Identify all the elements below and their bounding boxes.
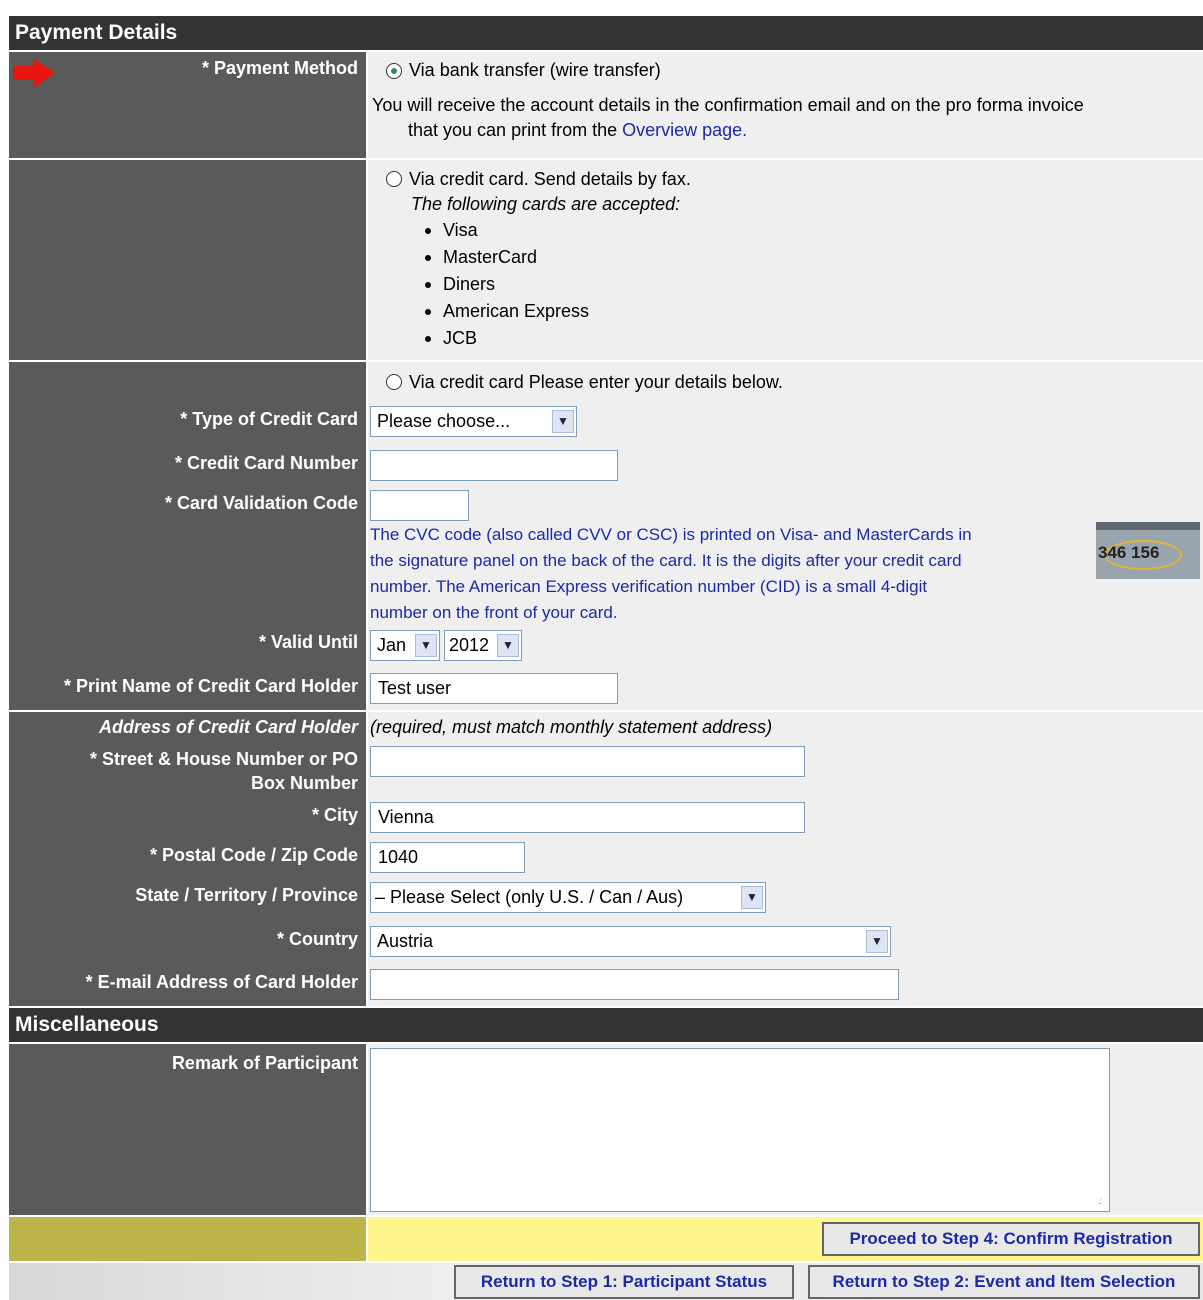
state-label: State / Territory / Province (135, 885, 358, 905)
card-number-label: * Credit Card Number (174, 453, 358, 473)
payment-method-row: * Payment Method Via bank transfer (wire… (9, 52, 1203, 158)
postal-code-label: * Postal Code / Zip Code (149, 845, 358, 865)
resize-handle-icon[interactable]: .: (1097, 1196, 1101, 1207)
card-type-select[interactable]: Please choose... ▼ (370, 406, 577, 437)
payment-method-label: * Payment Method (201, 58, 358, 78)
cvc-example-image: 346 156 (1096, 522, 1200, 579)
address-note: (required, must match monthly statement … (370, 717, 773, 737)
card-holder-name-input[interactable]: Test user (370, 673, 618, 704)
bank-note-line2: that you can print from the (408, 120, 618, 140)
return-step2-button[interactable]: Return to Step 2: Event and Item Selecti… (808, 1265, 1200, 1299)
city-input[interactable]: Vienna (370, 802, 805, 833)
list-item: Diners (403, 271, 589, 298)
credit-card-fax-radio[interactable] (386, 171, 402, 187)
cvc-input[interactable] (370, 490, 469, 521)
postal-code-input[interactable]: 1040 (370, 842, 525, 873)
credit-card-online-radio[interactable] (386, 374, 402, 390)
chevron-down-icon: ▼ (866, 930, 888, 953)
return-step1-button[interactable]: Return to Step 1: Participant Status (454, 1265, 794, 1299)
city-label: * City (311, 805, 358, 825)
red-arrow-icon (13, 58, 55, 88)
credit-card-online-block: * Type of Credit Card * Credit Card Numb… (9, 362, 1203, 710)
chevron-down-icon: ▼ (552, 410, 574, 433)
bank-transfer-radio[interactable] (386, 63, 402, 79)
street-input[interactable] (370, 746, 805, 777)
accepted-cards-list: Visa MasterCard Diners American Express … (403, 217, 589, 352)
fax-option-row: Via credit card. Send details by fax. Th… (9, 160, 1203, 360)
address-heading: Address of Credit Card Holder (98, 717, 358, 737)
chevron-down-icon: ▼ (415, 634, 437, 657)
return-row: Return to Step 1: Participant Status Ret… (9, 1263, 1203, 1300)
country-select[interactable]: Austria ▼ (370, 926, 891, 957)
bank-note-line1: You will receive the account details in … (372, 95, 1084, 115)
list-item: Visa (403, 217, 589, 244)
bank-transfer-option-label: Via bank transfer (wire transfer) (409, 60, 661, 80)
list-item: American Express (403, 298, 589, 325)
email-input[interactable] (370, 969, 899, 1000)
cvc-help-text: The CVC code (also called CVV or CSC) is… (370, 525, 972, 622)
fax-option-label: Via credit card. Send details by fax. (409, 169, 691, 189)
list-item: JCB (403, 325, 589, 352)
cards-intro: The following cards are accepted: (411, 194, 681, 214)
country-label: * Country (277, 929, 358, 949)
chevron-down-icon: ▼ (497, 634, 519, 657)
miscellaneous-header: Miscellaneous (9, 1008, 1203, 1042)
card-holder-name-label: * Print Name of Credit Card Holder (63, 676, 358, 696)
valid-until-label: * Valid Until (258, 632, 358, 652)
remark-label: Remark of Participant (171, 1053, 358, 1073)
proceed-row: Proceed to Step 4: Confirm Registration (9, 1217, 1203, 1261)
email-label: * E-mail Address of Card Holder (85, 972, 358, 992)
list-item: MasterCard (403, 244, 589, 271)
valid-month-select[interactable]: Jan ▼ (370, 630, 440, 661)
cvc-label: * Card Validation Code (164, 493, 358, 513)
state-select[interactable]: – Please Select (only U.S. / Can / Aus) … (370, 882, 766, 913)
remark-textarea[interactable]: .: (370, 1048, 1110, 1212)
street-label: * Street & House Number or PO (89, 749, 358, 769)
credit-card-online-option-label: Via credit card Please enter your detail… (409, 372, 783, 392)
card-number-input[interactable] (370, 450, 618, 481)
proceed-step4-button[interactable]: Proceed to Step 4: Confirm Registration (822, 1222, 1200, 1256)
overview-page-link[interactable]: Overview page. (622, 120, 747, 140)
remark-row: Remark of Participant .: (9, 1044, 1203, 1215)
chevron-down-icon: ▼ (741, 886, 763, 909)
card-type-label: * Type of Credit Card (180, 409, 358, 429)
valid-year-select[interactable]: 2012 ▼ (444, 630, 522, 661)
payment-details-header: Payment Details (9, 16, 1203, 50)
address-block: Address of Credit Card Holder * Street &… (9, 712, 1203, 1006)
